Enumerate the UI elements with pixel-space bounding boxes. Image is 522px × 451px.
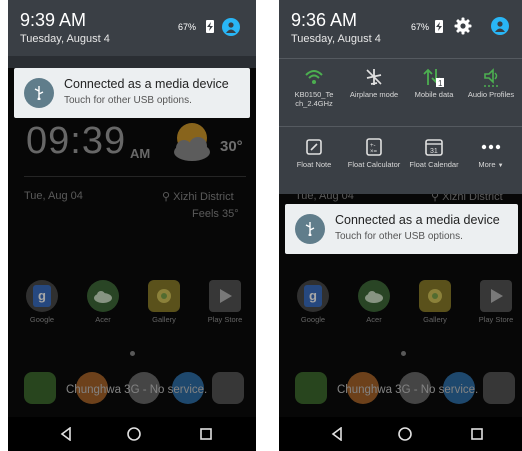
navigation-bar bbox=[279, 417, 522, 451]
usb-notification[interactable]: Connected as a media device Touch for ot… bbox=[285, 204, 518, 254]
qs-label: Audio Profiles bbox=[467, 90, 515, 99]
notification-subtitle: Touch for other USB options. bbox=[335, 231, 463, 242]
float-calendar-icon: 31 bbox=[405, 136, 463, 158]
mobile-data-icon: 1 bbox=[405, 66, 463, 88]
qs-label: Float Calculator bbox=[347, 160, 401, 169]
svg-text:×=: ×= bbox=[370, 149, 378, 155]
more-dots-icon bbox=[465, 136, 517, 158]
usb-icon bbox=[24, 78, 54, 108]
back-icon[interactable] bbox=[58, 426, 74, 442]
status-date: Tuesday, August 4 bbox=[291, 33, 381, 45]
battery-icon bbox=[435, 20, 443, 33]
qs-label: Float Calendar bbox=[409, 160, 459, 169]
back-icon[interactable] bbox=[329, 426, 345, 442]
qs-label: Float Note bbox=[296, 160, 332, 169]
notification-title: Connected as a media device bbox=[335, 213, 500, 227]
home-icon[interactable] bbox=[397, 426, 413, 442]
settings-gear-icon[interactable] bbox=[454, 17, 472, 35]
qs-label: More bbox=[478, 160, 496, 169]
phone-screen-right: Tue, Aug 04 ⚲ Xizhi District g Google Ac… bbox=[279, 0, 522, 451]
header-shadow bbox=[8, 56, 256, 68]
qs-more[interactable]: More ▼ bbox=[465, 136, 517, 171]
phone-screen-left: 09:39 AM 30° Tue, Aug 04 ⚲ Xizhi Distric… bbox=[8, 0, 256, 451]
qs-float-calculator[interactable]: +- ×= Float Calculator bbox=[345, 136, 403, 169]
navigation-bar bbox=[8, 417, 256, 451]
float-calculator-icon: +- ×= bbox=[345, 136, 403, 158]
notification-title: Connected as a media device bbox=[64, 77, 229, 91]
status-date: Tuesday, August 4 bbox=[20, 33, 110, 45]
status-time: 9:36 AM bbox=[291, 10, 358, 30]
qs-more-row: More ▼ bbox=[465, 160, 517, 171]
calendar-day-number: 31 bbox=[430, 148, 438, 155]
notification-subtitle: Touch for other USB options. bbox=[64, 95, 192, 106]
wifi-icon bbox=[285, 66, 343, 88]
svg-text:1: 1 bbox=[438, 79, 443, 87]
user-avatar-icon[interactable] bbox=[491, 17, 509, 35]
battery-percent: 67% bbox=[178, 22, 197, 32]
user-avatar-icon[interactable] bbox=[222, 18, 240, 36]
qs-float-calendar[interactable]: 31 Float Calendar bbox=[405, 136, 463, 169]
battery-percent: 67% bbox=[411, 22, 430, 32]
home-icon[interactable] bbox=[126, 426, 142, 442]
status-time: 9:39 AM bbox=[20, 10, 87, 30]
audio-profiles-icon bbox=[465, 66, 517, 88]
usb-notification[interactable]: Connected as a media device Touch for ot… bbox=[14, 68, 250, 118]
header-divider bbox=[279, 58, 522, 59]
qs-wifi[interactable]: KB0150_Te ch_2.4GHz bbox=[285, 66, 343, 108]
recents-icon[interactable] bbox=[198, 426, 214, 442]
qs-mobile-data[interactable]: 1 Mobile data bbox=[405, 66, 463, 99]
qs-float-note[interactable]: Float Note bbox=[285, 136, 343, 169]
usb-icon bbox=[295, 214, 325, 244]
qs-label: KB0150_Te ch_2.4GHz bbox=[294, 90, 334, 108]
float-note-icon bbox=[285, 136, 343, 158]
notification-header: 9:39 AM Tuesday, August 4 67% bbox=[8, 0, 256, 56]
quick-settings-panel: 9:36 AM Tuesday, August 4 67% KB0150_Te … bbox=[279, 0, 522, 194]
recents-icon[interactable] bbox=[469, 426, 485, 442]
battery-icon bbox=[206, 20, 214, 33]
airplane-off-icon bbox=[345, 66, 403, 88]
qs-audio-profiles[interactable]: Audio Profiles bbox=[465, 66, 517, 99]
dropdown-arrow-icon: ▼ bbox=[497, 163, 504, 169]
qs-airplane[interactable]: Airplane mode bbox=[345, 66, 403, 99]
qs-label: Airplane mode bbox=[349, 90, 399, 99]
quick-settings-divider bbox=[279, 126, 522, 127]
qs-label: Mobile data bbox=[414, 90, 454, 99]
